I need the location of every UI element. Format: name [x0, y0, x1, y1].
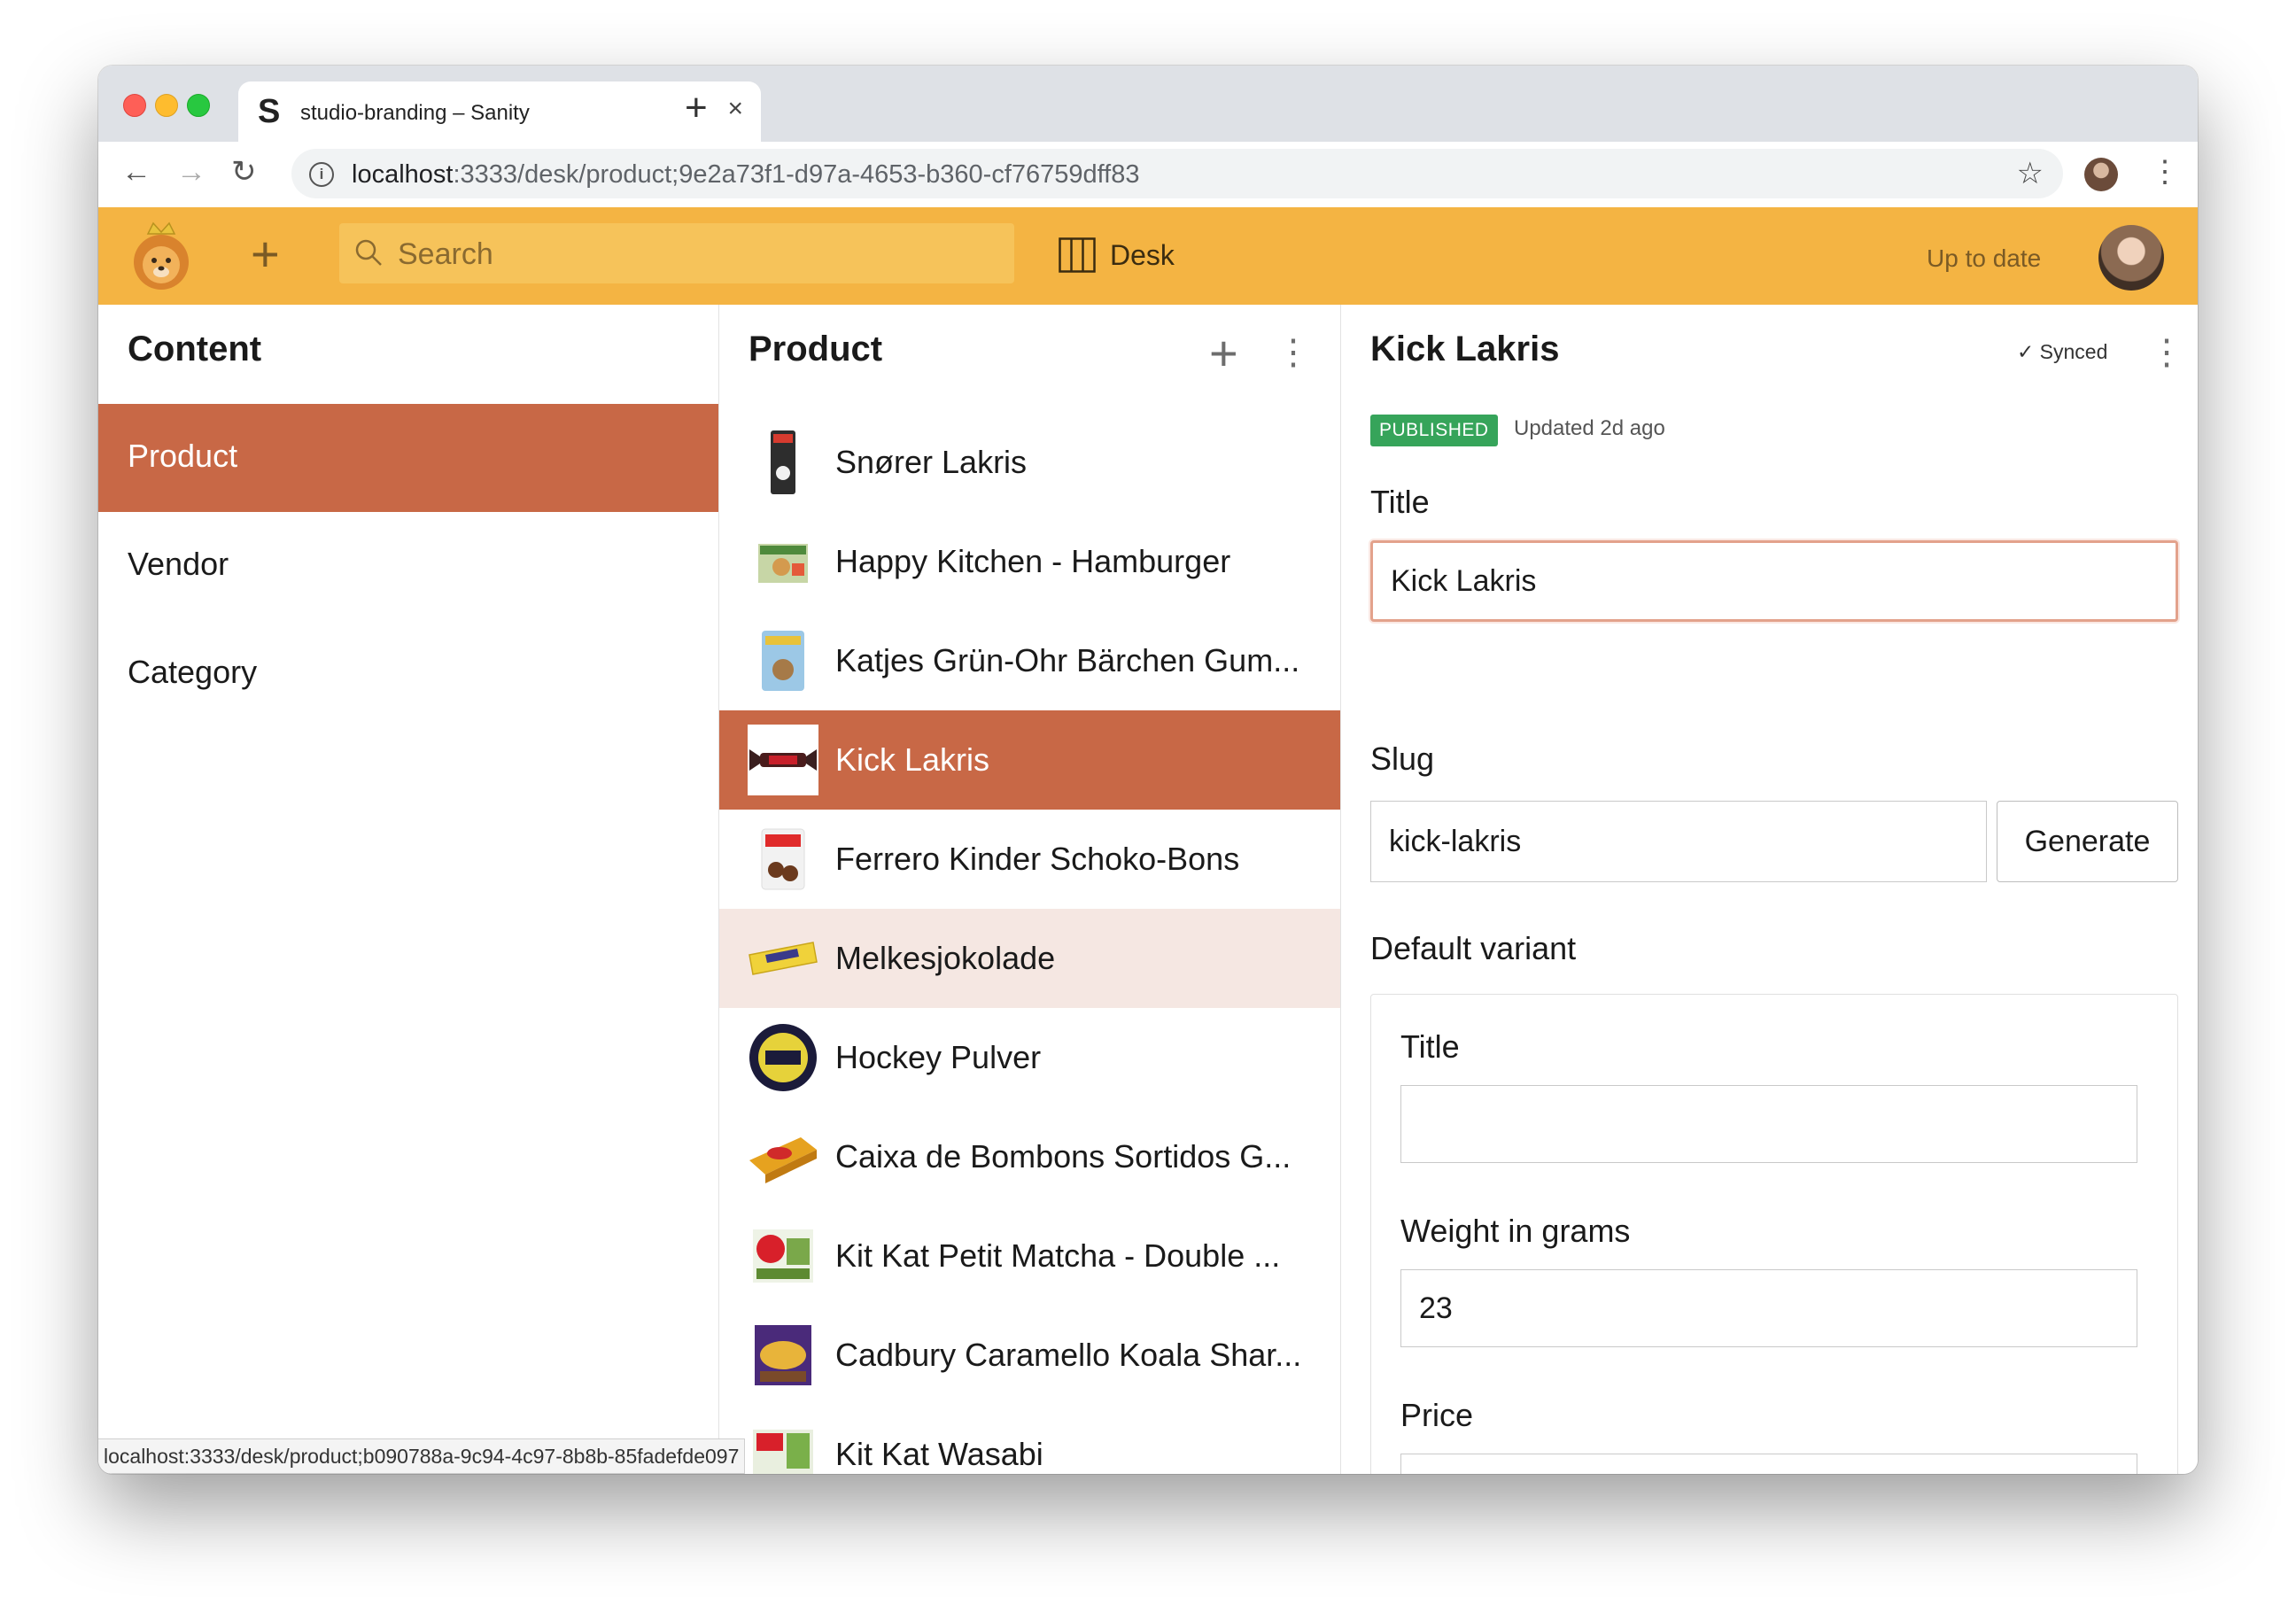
- product-thumbnail: [749, 942, 818, 975]
- title-field-label: Title: [1370, 484, 1430, 520]
- product-thumbnail: [771, 430, 795, 494]
- variant-title-input[interactable]: [1400, 1085, 2137, 1163]
- product-name: Kick Lakris: [835, 741, 990, 778]
- product-list-item[interactable]: Ferrero Kinder Schoko-Bons: [719, 810, 1340, 909]
- generate-slug-button[interactable]: Generate: [1997, 801, 2178, 882]
- product-list-item[interactable]: Kit Kat Petit Matcha - Double ...: [719, 1206, 1340, 1306]
- lion-logo-icon[interactable]: [128, 221, 194, 292]
- variant-title-label: Title: [1400, 1028, 1460, 1065]
- tab-title: studio-branding – Sanity: [300, 101, 530, 125]
- content-item-category[interactable]: Category: [98, 620, 718, 728]
- create-document-button[interactable]: +: [251, 229, 280, 279]
- tab-close-icon[interactable]: ×: [727, 96, 743, 122]
- browser-toolbar: ← → ↻ i localhost:3333/desk/product;9e2a…: [98, 142, 2198, 208]
- studio-navbar: + Search Desk Up to date: [98, 207, 2198, 305]
- bookmark-star-icon[interactable]: ☆: [2017, 156, 2044, 191]
- forward-icon[interactable]: →: [176, 154, 206, 190]
- product-list-item[interactable]: Kick Lakris: [719, 710, 1340, 810]
- product-list-item[interactable]: Snører Lakris: [719, 413, 1340, 512]
- content-pane: Content Product Vendor Category: [98, 305, 719, 1474]
- product-thumbnail: [755, 1325, 811, 1385]
- menu-icon[interactable]: ⋮: [2150, 154, 2180, 190]
- back-icon[interactable]: ←: [121, 154, 151, 190]
- product-list-item[interactable]: Cadbury Caramello Koala Shar...: [719, 1306, 1340, 1405]
- window-maximize-button[interactable]: [187, 94, 210, 117]
- content-item-product[interactable]: Product: [98, 404, 718, 512]
- search-icon: [355, 239, 382, 266]
- url-path: :3333/desk/product;9e2a73f1-d97a-4653-b3…: [453, 160, 1140, 189]
- desk-panes: Content Product Vendor Category Product …: [98, 305, 2198, 1474]
- pane-menu-icon[interactable]: ⋮: [1276, 335, 1311, 370]
- product-pane-title: Product: [749, 330, 883, 368]
- document-pane: Kick Lakris ✓ Synced ⋮ PUBLISHED Updated…: [1341, 305, 2198, 1474]
- product-name: Kit Kat Wasabi: [835, 1436, 1043, 1472]
- product-list-item[interactable]: Melkesjokolade: [719, 909, 1340, 1008]
- product-list-item[interactable]: Caixa de Bombons Sortidos G...: [719, 1107, 1340, 1206]
- product-name: Kit Kat Petit Matcha - Double ...: [835, 1237, 1281, 1274]
- product-list-item[interactable]: Katjes Grün-Ohr Bärchen Gum...: [719, 611, 1340, 710]
- info-icon[interactable]: i: [309, 162, 334, 187]
- title-input[interactable]: [1370, 540, 2178, 622]
- product-thumbnail: [762, 631, 804, 691]
- window-close-button[interactable]: [123, 94, 146, 117]
- url-host: localhost: [352, 160, 454, 189]
- weight-field-label: Weight in grams: [1400, 1213, 1631, 1249]
- product-list-item[interactable]: Happy Kitchen - Hamburger: [719, 512, 1340, 611]
- product-thumbnail: [753, 1430, 813, 1474]
- content-item-label: Category: [128, 654, 258, 690]
- product-thumbnail: [758, 544, 808, 583]
- product-thumbnail: [748, 725, 818, 795]
- price-field-label: Price: [1400, 1397, 1474, 1433]
- link-status-bar: localhost:3333/desk/product;b090788a-9c9…: [98, 1438, 746, 1474]
- product-thumbnail: [749, 1024, 817, 1091]
- document-title: Kick Lakris: [1370, 330, 1560, 368]
- published-badge: PUBLISHED: [1370, 415, 1498, 446]
- price-input[interactable]: [1400, 1454, 2137, 1474]
- new-tab-button[interactable]: +: [685, 89, 708, 128]
- default-variant-fieldset: Title Weight in grams Price: [1370, 994, 2178, 1474]
- default-variant-label: Default variant: [1370, 930, 1577, 966]
- version-status[interactable]: Up to date: [1927, 244, 2041, 273]
- product-thumbnail: [753, 1229, 813, 1283]
- reload-icon[interactable]: ↻: [231, 154, 257, 190]
- sync-status: ✓ Synced: [2017, 340, 2108, 363]
- content-item-label: Product: [128, 438, 238, 474]
- content-item-label: Vendor: [128, 546, 229, 582]
- slug-field-label: Slug: [1370, 740, 1435, 777]
- slug-input[interactable]: [1370, 801, 1987, 882]
- sanity-favicon-icon: S: [258, 93, 281, 130]
- weight-input[interactable]: [1400, 1269, 2137, 1347]
- user-avatar[interactable]: [2098, 225, 2164, 291]
- content-pane-title: Content: [128, 330, 262, 368]
- document-menu-icon[interactable]: ⋮: [2149, 335, 2184, 370]
- desk-label: Desk: [1110, 239, 1175, 271]
- product-name: Cadbury Caramello Koala Shar...: [835, 1337, 1302, 1373]
- address-bar[interactable]: i localhost:3333/desk/product;9e2a73f1-d…: [291, 149, 2063, 198]
- product-name: Ferrero Kinder Schoko-Bons: [835, 841, 1240, 877]
- window-minimize-button[interactable]: [155, 94, 178, 117]
- search-input[interactable]: Search: [339, 223, 1014, 283]
- product-list-item[interactable]: Hockey Pulver: [719, 1008, 1340, 1107]
- add-product-button[interactable]: +: [1209, 329, 1238, 378]
- content-item-vendor[interactable]: Vendor: [98, 512, 718, 620]
- product-name: Happy Kitchen - Hamburger: [835, 543, 1231, 579]
- browser-window: S studio-branding – Sanity × + ← → ↻ i l…: [98, 66, 2198, 1474]
- search-placeholder: Search: [398, 237, 493, 271]
- product-name: Hockey Pulver: [835, 1039, 1042, 1075]
- browser-tab[interactable]: S studio-branding – Sanity ×: [238, 81, 761, 142]
- product-name: Snører Lakris: [835, 444, 1028, 480]
- product-name: Katjes Grün-Ohr Bärchen Gum...: [835, 642, 1300, 678]
- product-name: Caixa de Bombons Sortidos G...: [835, 1138, 1292, 1175]
- profile-avatar[interactable]: [2084, 158, 2118, 191]
- updated-timestamp: Updated 2d ago: [1514, 416, 1665, 440]
- tab-strip: S studio-branding – Sanity × +: [98, 66, 2198, 142]
- product-pane: Product + ⋮ Snører Lakris Happy Kitchen …: [719, 305, 1341, 1474]
- product-list-item[interactable]: Kit Kat Wasabi: [719, 1405, 1340, 1474]
- product-thumbnail: [749, 1137, 817, 1183]
- product-thumbnail: [761, 828, 805, 890]
- url-text: localhost:3333/desk/product;9e2a73f1-d97…: [352, 160, 1140, 190]
- desk-columns-icon: [1059, 237, 1096, 273]
- product-name: Melkesjokolade: [835, 940, 1056, 976]
